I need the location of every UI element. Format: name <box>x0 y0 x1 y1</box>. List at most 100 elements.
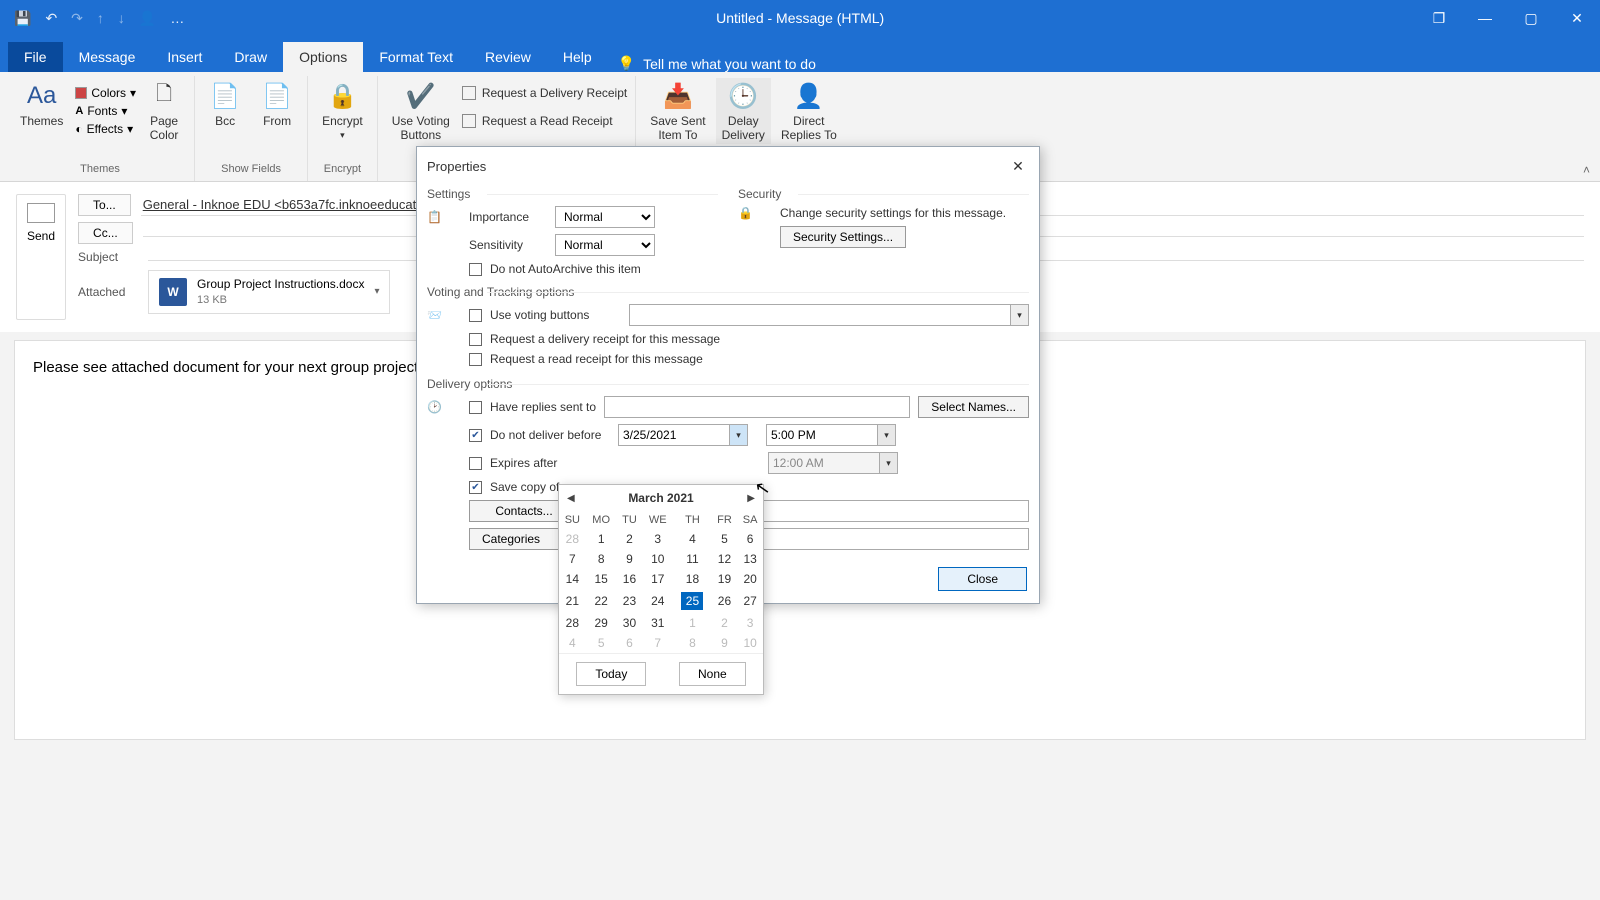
calendar-day[interactable]: 2 <box>617 529 643 549</box>
calendar-day[interactable]: 6 <box>737 529 763 549</box>
tab-draw[interactable]: Draw <box>218 42 283 72</box>
today-button[interactable]: Today <box>576 662 646 686</box>
calendar-day[interactable]: 27 <box>737 589 763 613</box>
expires-time[interactable]: ▾ <box>768 452 898 474</box>
sensitivity-select[interactable]: Normal <box>555 234 655 256</box>
calendar-day[interactable]: 5 <box>586 633 617 653</box>
calendar-day[interactable]: 5 <box>712 529 738 549</box>
encrypt-button[interactable]: 🔒 Encrypt ▾ <box>316 78 369 143</box>
send-down-icon[interactable]: ↓ <box>118 10 125 26</box>
calendar-day[interactable]: 11 <box>673 549 711 569</box>
calendar-day[interactable]: 10 <box>737 633 763 653</box>
redo-icon[interactable]: ↷ <box>71 10 83 27</box>
calendar-day[interactable]: 19 <box>712 569 738 589</box>
read-receipt-checkbox[interactable]: Request a Read Receipt <box>462 112 627 130</box>
attachment-dropdown-icon[interactable]: ▾ <box>374 286 379 297</box>
calendar-day[interactable]: 1 <box>673 613 711 633</box>
importance-select[interactable]: Normal <box>555 206 655 228</box>
send-up-icon[interactable]: ↑ <box>97 10 104 26</box>
minimize-icon[interactable]: — <box>1462 0 1508 36</box>
calendar-day[interactable]: 3 <box>737 613 763 633</box>
send-button[interactable]: Send <box>16 194 66 320</box>
calendar-day[interactable]: 8 <box>586 549 617 569</box>
no-deliver-checkbox[interactable]: ✔ <box>469 429 482 442</box>
expires-time-dropdown-icon[interactable]: ▾ <box>879 453 897 473</box>
time-dropdown-icon[interactable]: ▾ <box>877 425 895 445</box>
calendar-day[interactable]: 13 <box>737 549 763 569</box>
save-sent-button[interactable]: 📥Save Sent Item To <box>644 78 711 144</box>
read-receipt-dlg-checkbox[interactable] <box>469 353 482 366</box>
prev-month-icon[interactable]: ◀ <box>567 493 575 504</box>
calendar-day[interactable]: 14 <box>559 569 586 589</box>
bcc-button[interactable]: 📄Bcc <box>203 78 247 130</box>
popout-icon[interactable]: ❐ <box>1416 0 1462 36</box>
calendar-day[interactable]: 31 <box>642 613 673 633</box>
calendar-day[interactable]: 17 <box>642 569 673 589</box>
page-color-button[interactable]: 🗋 Page Color <box>142 78 186 144</box>
calendar-day[interactable]: 22 <box>586 589 617 613</box>
calendar-day[interactable]: 2 <box>712 613 738 633</box>
delivery-receipt-checkbox[interactable]: Request a Delivery Receipt <box>462 84 627 102</box>
select-names-button[interactable]: Select Names... <box>918 396 1029 418</box>
calendar-day[interactable]: 20 <box>737 569 763 589</box>
calendar-day[interactable]: 4 <box>559 633 586 653</box>
tab-help[interactable]: Help <box>547 42 608 72</box>
date-dropdown-icon[interactable]: ▾ <box>729 425 747 445</box>
calendar-day[interactable]: 30 <box>617 613 643 633</box>
no-deliver-time[interactable]: ▾ <box>766 424 896 446</box>
delay-delivery-button[interactable]: 🕒Delay Delivery <box>716 78 771 144</box>
tab-options[interactable]: Options <box>283 42 363 72</box>
tab-format-text[interactable]: Format Text <box>363 42 469 72</box>
effects-button[interactable]: ◐Effects ▾ <box>75 121 136 137</box>
save-copy-checkbox[interactable]: ✔ <box>469 481 482 494</box>
delivery-receipt-dlg-checkbox[interactable] <box>469 333 482 346</box>
use-voting-checkbox[interactable] <box>469 309 482 322</box>
tab-review[interactable]: Review <box>469 42 547 72</box>
to-button[interactable]: To... <box>78 194 131 216</box>
replies-checkbox[interactable] <box>469 401 482 414</box>
calendar-day[interactable]: 18 <box>673 569 711 589</box>
calendar-day[interactable]: 9 <box>712 633 738 653</box>
voting-dropdown[interactable]: ▾ <box>1010 305 1028 325</box>
security-settings-button[interactable]: Security Settings... <box>780 226 906 248</box>
close-window-icon[interactable]: ✕ <box>1554 0 1600 36</box>
calendar-day[interactable]: 8 <box>673 633 711 653</box>
no-deliver-date[interactable]: ▾ <box>618 424 748 446</box>
calendar-day[interactable]: 28 <box>559 529 586 549</box>
fonts-button[interactable]: AFonts ▾ <box>75 103 136 119</box>
calendar-day[interactable]: 6 <box>617 633 643 653</box>
calendar-day[interactable]: 9 <box>617 549 643 569</box>
calendar-day[interactable]: 26 <box>712 589 738 613</box>
direct-replies-button[interactable]: 👤Direct Replies To <box>775 78 843 144</box>
replies-input[interactable] <box>604 396 910 418</box>
autoarchive-checkbox[interactable] <box>469 263 482 276</box>
maximize-icon[interactable]: ▢ <box>1508 0 1554 36</box>
none-button[interactable]: None <box>679 662 746 686</box>
calendar-day[interactable]: 28 <box>559 613 586 633</box>
qat-more-icon[interactable]: … <box>170 10 184 26</box>
next-month-icon[interactable]: ▶ <box>747 493 755 504</box>
close-button[interactable]: Close <box>938 567 1027 591</box>
tab-message[interactable]: Message <box>63 42 152 72</box>
calendar-day[interactable]: 4 <box>673 529 711 549</box>
calendar-day[interactable]: 7 <box>559 549 586 569</box>
calendar-day[interactable]: 29 <box>586 613 617 633</box>
save-icon[interactable]: 💾 <box>14 10 31 27</box>
calendar-day[interactable]: 23 <box>617 589 643 613</box>
calendar-day[interactable]: 10 <box>642 549 673 569</box>
recipient-chip[interactable]: General - Inknoe EDU <b653a7fc.inknoeedu… <box>143 197 434 212</box>
expires-checkbox[interactable] <box>469 457 482 470</box>
tell-me-search[interactable]: 💡 Tell me what you want to do <box>618 55 816 72</box>
themes-button[interactable]: Aa Themes <box>14 78 69 144</box>
voting-buttons[interactable]: ✔️ Use Voting Buttons <box>386 78 456 144</box>
calendar-day[interactable]: 24 <box>642 589 673 613</box>
calendar-day[interactable]: 15 <box>586 569 617 589</box>
calendar-day[interactable]: 21 <box>559 589 586 613</box>
attachment-chip[interactable]: W Group Project Instructions.docx 13 KB … <box>148 270 390 314</box>
tab-file[interactable]: File <box>8 42 63 72</box>
colors-button[interactable]: Colors ▾ <box>75 85 136 101</box>
calendar-day[interactable]: 12 <box>712 549 738 569</box>
cc-button[interactable]: Cc... <box>78 222 133 244</box>
calendar-day[interactable]: 1 <box>586 529 617 549</box>
calendar-day[interactable]: 3 <box>642 529 673 549</box>
